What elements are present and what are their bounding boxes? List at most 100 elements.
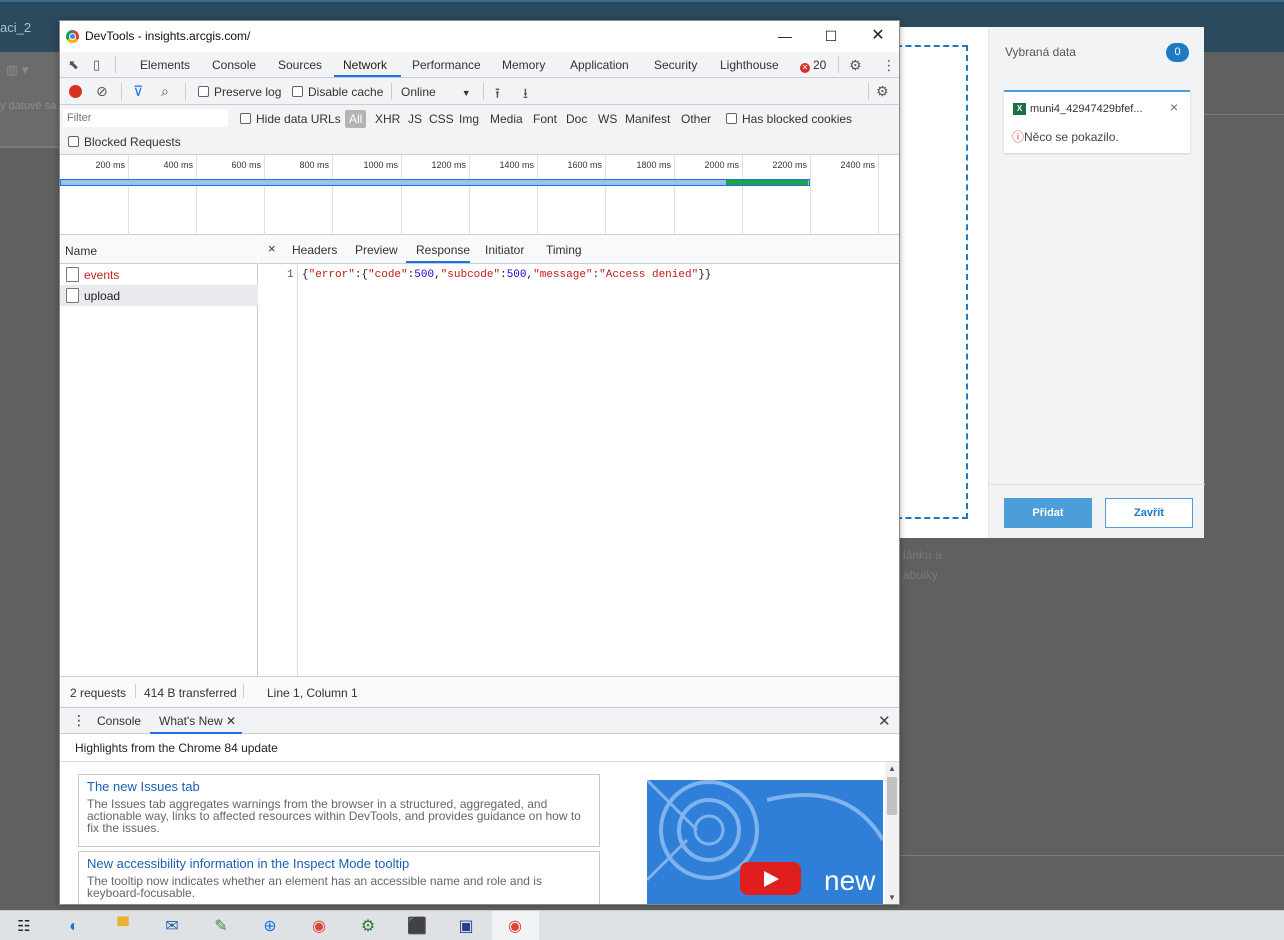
scroll-up-icon[interactable]: ▲ [888,764,896,773]
whats-new-card[interactable]: The new Issues tab The Issues tab aggreg… [78,774,600,847]
filter-type-all[interactable]: All [345,110,367,128]
filter-type-media[interactable]: Media [490,112,523,126]
tab-initiator[interactable]: Initiator [485,243,524,257]
save-disk-icon[interactable]: ▣ [455,917,477,937]
request-name: upload [84,289,121,303]
vpn-globe-icon[interactable]: ⊕ [259,917,281,937]
close-tab-icon[interactable]: ✕ [226,714,236,728]
tab-security[interactable]: Security [654,58,697,72]
window-close-icon[interactable]: ✕ [863,25,893,47]
tab-headers[interactable]: Headers [292,243,337,257]
checkbox[interactable] [292,86,303,97]
settings-gear-icon[interactable]: ⚙ [849,57,862,74]
network-overview-timeline[interactable]: 200 ms 400 ms 600 ms 800 ms 1000 ms 1200… [60,155,899,235]
search-icon[interactable]: ⌕ [161,83,169,100]
checkbox[interactable] [68,136,79,147]
task-view-icon[interactable]: ☷ [13,917,35,937]
window-title: DevTools - insights.arcgis.com/ [85,29,251,43]
chrome-icon[interactable]: ◉ [308,917,330,937]
disable-cache-checkbox[interactable]: Disable cache [292,85,383,99]
blocked-requests-checkbox[interactable]: Blocked Requests [68,135,181,149]
tab-preview[interactable]: Preview [355,243,398,257]
tab-memory[interactable]: Memory [502,58,545,72]
filter-type-doc[interactable]: Doc [566,112,587,126]
network-settings-icon[interactable]: ⚙ [876,83,889,100]
tab-response[interactable]: Response [416,243,470,257]
edge-icon[interactable]: ◐ [63,917,85,937]
throttling-select[interactable]: Online ▼ [401,85,471,99]
scroll-down-icon[interactable]: ▼ [888,893,896,902]
card-title[interactable]: New accessibility information in the Ins… [87,856,591,871]
app-tab-label[interactable]: aci_2 [0,20,31,35]
tab-elements[interactable]: Elements [140,58,190,72]
filter-type-js[interactable]: JS [408,112,422,126]
filter-type-ws[interactable]: WS [598,112,617,126]
app-faint-text: abulky [903,568,938,582]
close-drawer-icon[interactable]: ✕ [878,712,891,730]
checkbox[interactable] [726,113,737,124]
response-body[interactable]: {"error":{"code":500,"subcode":500,"mess… [302,269,711,281]
tab-timing[interactable]: Timing [546,243,582,257]
mail-icon[interactable]: ✉ [161,917,183,937]
close-button[interactable]: Zavřít [1105,498,1193,528]
whats-new-video-thumbnail[interactable]: new [647,780,883,904]
youtube-play-icon[interactable] [740,862,801,895]
record-icon[interactable] [69,85,82,98]
filter-input[interactable] [63,109,228,127]
checkbox[interactable] [198,86,209,97]
card-title[interactable]: The new Issues tab [87,779,591,794]
request-row-upload[interactable]: upload [60,285,258,306]
clear-icon[interactable]: ⊘ [96,83,108,100]
whats-new-card[interactable]: New accessibility information in the Ins… [78,851,600,904]
tab-console[interactable]: Console [212,58,256,72]
filter-type-font[interactable]: Font [533,112,557,126]
device-toolbar-icon[interactable]: ▯ [93,57,100,73]
filter-type-xhr[interactable]: XHR [375,112,400,126]
filter-type-other[interactable]: Other [681,112,711,126]
tab-application[interactable]: Application [570,58,629,72]
scrollbar-thumb[interactable] [887,777,897,815]
close-detail-icon[interactable]: × [268,241,276,256]
chart-icon[interactable]: ▥ ▾ [6,62,28,78]
tab-sources[interactable]: Sources [278,58,322,72]
tab-network[interactable]: Network [343,58,387,72]
has-blocked-cookies-checkbox[interactable]: Has blocked cookies [726,112,852,126]
drawer-tab-whats-new[interactable]: What's New ✕ [159,714,236,728]
notepad-icon[interactable]: ✎ [210,917,232,937]
more-options-icon[interactable]: ⋮ [882,57,896,74]
import-har-icon[interactable]: ⭱ [495,83,500,107]
file-explorer-icon[interactable]: ▀ [112,917,134,937]
inspect-element-icon[interactable]: ⬉ [68,57,79,73]
add-button[interactable]: Přidat [1004,498,1092,528]
request-list-header[interactable]: Name [60,235,258,264]
acrobat-icon[interactable]: ⬛ [406,917,428,937]
preserve-log-checkbox[interactable]: Preserve log [198,85,281,99]
filter-type-manifest[interactable]: Manifest [625,112,670,126]
hide-data-urls-checkbox[interactable]: Hide data URLs [240,112,341,126]
selected-data-title: Vybraná data [1005,45,1076,59]
tab-lighthouse[interactable]: Lighthouse [720,58,779,72]
separator [391,83,392,100]
chrome-active-icon[interactable]: ◉ [504,917,526,937]
error-counter[interactable]: ✕ 20 [800,58,826,73]
window-title-bar[interactable]: DevTools - insights.arcgis.com/ — ☐ ✕ [60,21,899,52]
filter-type-img[interactable]: Img [459,112,479,126]
minimize-icon[interactable]: — [770,25,800,47]
filter-type-css[interactable]: CSS [429,112,454,126]
request-row-events[interactable]: events [60,264,258,285]
tab-performance[interactable]: Performance [412,58,481,72]
drawer-menu-icon[interactable]: ⋮ [72,712,86,729]
drop-zone[interactable] [896,45,968,519]
error-text: Něco se pokazilo. [1024,130,1119,144]
maximize-icon[interactable]: ☐ [816,25,846,47]
checkbox[interactable] [240,113,251,124]
export-har-icon[interactable]: ⭳ [523,83,528,107]
request-waterfall-bar [60,179,810,186]
remove-file-icon[interactable]: × [1170,99,1178,115]
filter-icon[interactable]: ⊽ [133,83,143,100]
separator [135,684,136,698]
request-detail-pane: × Headers Preview Response Initiator Tim… [259,235,899,707]
whats-new-label: What's New [159,714,223,728]
drawer-tab-console[interactable]: Console [97,714,141,728]
network-tool-icon[interactable]: ⚙ [357,917,379,937]
